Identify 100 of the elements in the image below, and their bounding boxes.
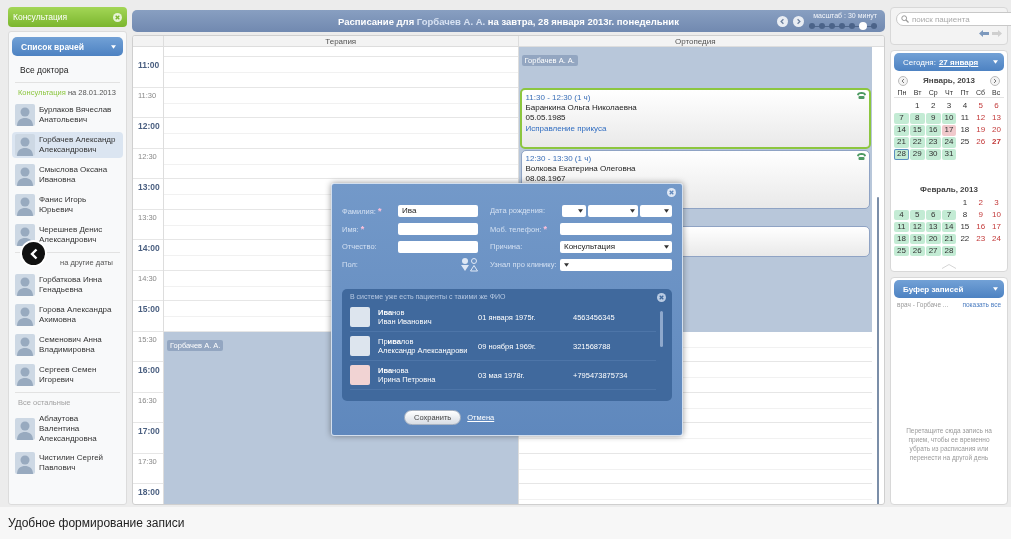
- calendar-day[interactable]: 8: [957, 209, 973, 220]
- doctor-item[interactable]: Фанис Игорь Юрьевич: [12, 192, 123, 218]
- input-field[interactable]: [398, 240, 478, 253]
- scale-step[interactable]: [871, 23, 877, 29]
- back-arrow-icon[interactable]: [979, 30, 989, 37]
- calendar-day[interactable]: 20: [925, 233, 941, 244]
- next-button[interactable]: [793, 15, 804, 27]
- calendar-day[interactable]: 28: [941, 245, 957, 256]
- calendar-day[interactable]: 21: [894, 137, 909, 148]
- calendar-day[interactable]: 18: [894, 233, 909, 244]
- calendar-day[interactable]: 23: [973, 233, 989, 244]
- grip-icon[interactable]: [941, 264, 957, 269]
- calendar-day[interactable]: 16: [925, 125, 941, 136]
- calendar-day[interactable]: 11: [957, 113, 973, 124]
- calendar-day[interactable]: 5: [909, 209, 925, 220]
- calendar-day[interactable]: 25: [894, 245, 909, 256]
- select-field[interactable]: [588, 204, 638, 217]
- calendar-day[interactable]: 30: [925, 149, 941, 160]
- calendar-day[interactable]: 3: [941, 101, 957, 112]
- calendar-day[interactable]: 14: [941, 221, 957, 232]
- calendar-day[interactable]: 9: [973, 209, 989, 220]
- calendar-day[interactable]: 29: [909, 149, 925, 160]
- calendar-day[interactable]: 19: [909, 233, 925, 244]
- scrollbar-thumb[interactable]: [877, 197, 879, 504]
- next-month-button[interactable]: [990, 75, 1000, 86]
- calendar-day[interactable]: 18: [957, 125, 973, 136]
- calendar-day[interactable]: 20: [989, 125, 1004, 136]
- scale-step[interactable]: [839, 23, 845, 29]
- doctor-item[interactable]: Смыслова Оксана Ивановна: [12, 162, 123, 188]
- doctor-item[interactable]: Сергеев Семен Игоревич: [12, 362, 123, 388]
- calendar-day[interactable]: 3: [989, 197, 1004, 208]
- calendar-day[interactable]: 9: [925, 113, 941, 124]
- close-icon[interactable]: [113, 12, 122, 22]
- calendar-day[interactable]: 1: [957, 197, 973, 208]
- input-field[interactable]: [560, 222, 672, 235]
- calendar-day[interactable]: 22: [909, 137, 925, 148]
- calendar-day[interactable]: 16: [973, 221, 989, 232]
- select-field[interactable]: [560, 258, 672, 271]
- input-field[interactable]: [398, 222, 478, 235]
- calendar-day[interactable]: 13: [925, 221, 941, 232]
- all-doctors-link[interactable]: Все доктора: [12, 56, 123, 82]
- appointment-card[interactable]: 11:30 - 12:30 (1 ч) Баранкина Ольга Николаевна 05.05.1985 Исправление прикуса: [519, 87, 871, 149]
- calendar-day[interactable]: 15: [957, 221, 973, 232]
- appointment-reason[interactable]: Исправление прикуса: [525, 123, 865, 135]
- calendar-day[interactable]: 26: [909, 245, 925, 256]
- calendar-day[interactable]: 13: [989, 113, 1004, 124]
- previous-month-button[interactable]: [898, 75, 908, 86]
- calendar-day[interactable]: 24: [989, 233, 1004, 244]
- female-icon[interactable]: [470, 257, 478, 272]
- calendar-day[interactable]: 10: [989, 209, 1004, 220]
- calendar-day[interactable]: 27: [925, 245, 941, 256]
- calendar-day[interactable]: 22: [957, 233, 973, 244]
- scrollbar-thumb[interactable]: [660, 311, 663, 347]
- forward-arrow-icon[interactable]: [992, 30, 1002, 37]
- doctor-item[interactable]: Чистилин Сергей Павлович: [12, 450, 123, 476]
- close-icon[interactable]: [667, 188, 676, 197]
- doctor-item[interactable]: Горова Александра Ахимовна: [12, 302, 123, 328]
- select-field[interactable]: Консультация: [560, 240, 672, 253]
- calendar-day[interactable]: 4: [894, 209, 909, 220]
- doctor-item[interactable]: Семенович Анна Владимировна: [12, 332, 123, 358]
- calendar-day[interactable]: 2: [925, 101, 941, 112]
- scale-step[interactable]: [829, 23, 835, 29]
- doctor-item[interactable]: Горбачев Александр Александрович: [12, 132, 123, 158]
- calendar-day[interactable]: 28: [894, 149, 909, 160]
- calendar-day[interactable]: 24: [941, 137, 957, 148]
- doctor-item[interactable]: Черешнев Денис Александрович: [12, 222, 123, 248]
- male-icon[interactable]: [461, 257, 469, 272]
- select-field[interactable]: [640, 204, 672, 217]
- doctor-item[interactable]: Горбаткова Инна Генадьевна: [12, 272, 123, 298]
- doctor-item[interactable]: Бурлаков Вячеслав Анатольевич: [12, 102, 123, 128]
- calendar-day[interactable]: 11: [894, 221, 909, 232]
- calendar-day[interactable]: 19: [973, 125, 989, 136]
- calendar-day[interactable]: 7: [894, 113, 909, 124]
- calendar-day[interactable]: 14: [894, 125, 909, 136]
- calendar-day[interactable]: 4: [957, 101, 973, 112]
- calendar-day[interactable]: 8: [909, 113, 925, 124]
- calendar-day[interactable]: 6: [989, 101, 1004, 112]
- calendar-day[interactable]: 31: [941, 149, 957, 160]
- scale-step[interactable]: [859, 22, 867, 30]
- calendar-day[interactable]: 17: [941, 125, 957, 136]
- calendar-day[interactable]: 12: [973, 113, 989, 124]
- previous-button[interactable]: [777, 15, 788, 27]
- calendar-day[interactable]: 15: [909, 125, 925, 136]
- scale-step[interactable]: [809, 23, 815, 29]
- doctor-item[interactable]: Аблаутова Валентина Александровна: [12, 412, 123, 446]
- scale-step[interactable]: [819, 23, 825, 29]
- calendar-day[interactable]: 5: [973, 101, 989, 112]
- select-field[interactable]: [562, 204, 586, 217]
- calendar-day[interactable]: 10: [941, 113, 957, 124]
- calendar-day[interactable]: 21: [941, 233, 957, 244]
- calendar-day[interactable]: 6: [925, 209, 941, 220]
- calendar-day[interactable]: 26: [973, 137, 989, 148]
- calendar-day[interactable]: 2: [973, 197, 989, 208]
- scale-step[interactable]: [849, 23, 855, 29]
- input-field[interactable]: Ива: [398, 204, 478, 217]
- close-icon[interactable]: [657, 293, 666, 302]
- calendar-day[interactable]: 12: [909, 221, 925, 232]
- calendar-day[interactable]: 1: [909, 101, 925, 112]
- calendar-day[interactable]: 23: [925, 137, 941, 148]
- calendar-day[interactable]: 27: [989, 137, 1004, 148]
